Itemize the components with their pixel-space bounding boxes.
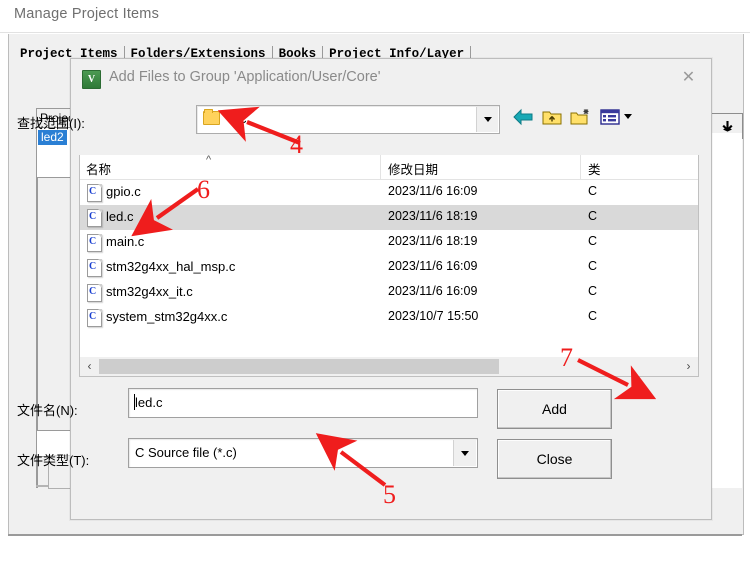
table-row[interactable]: C led.c 2023/11/6 18:19 C <box>80 205 698 230</box>
file-name: led.c <box>106 209 134 224</box>
new-folder-button[interactable] <box>570 108 592 128</box>
project-list-item-led2[interactable]: led2 <box>38 130 67 145</box>
file-name: main.c <box>106 234 145 249</box>
file-type-dropdown-button[interactable] <box>453 440 476 466</box>
c-source-file-icon: C <box>87 184 102 202</box>
up-folder-button[interactable] <box>542 108 564 128</box>
file-type: C <box>588 209 598 223</box>
new-folder-icon <box>570 109 589 125</box>
title-divider <box>0 32 750 33</box>
screen: Manage Project Items Project Items Folde… <box>0 0 750 575</box>
file-name-input[interactable]: led.c <box>128 388 478 418</box>
chevron-down-icon <box>461 450 469 456</box>
folder-icon <box>203 109 220 125</box>
annotation-label-4: 4 <box>290 130 303 159</box>
page-title: Manage Project Items <box>14 6 160 22</box>
file-name: system_stm32g4xx.c <box>106 309 228 324</box>
annotation-label-5: 5 <box>383 480 396 509</box>
file-date: 2023/11/6 18:19 <box>388 234 478 248</box>
dialog-title: Add Files to Group 'Application/User/Cor… <box>109 69 381 85</box>
c-source-file-icon: C <box>87 209 102 227</box>
annotation-label-7: 7 <box>560 343 573 372</box>
views-icon <box>600 109 620 125</box>
file-type: C <box>588 184 598 198</box>
table-row[interactable]: C stm32g4xx_hal_msp.c 2023/11/6 16:09 C <box>80 255 698 280</box>
up-folder-icon <box>542 111 562 125</box>
file-name: stm32g4xx_it.c <box>106 284 193 299</box>
table-row[interactable]: C main.c 2023/11/6 18:19 C <box>80 230 698 255</box>
close-button[interactable]: Close <box>497 439 612 479</box>
column-divider-2[interactable] <box>580 155 581 179</box>
chevron-left-icon[interactable]: ‹ <box>81 357 98 375</box>
table-row[interactable]: C system_stm32g4xx.c 2023/10/7 15:50 C <box>80 305 698 330</box>
column-header-name[interactable]: 名称 ^ <box>86 155 211 178</box>
back-icon <box>513 108 533 126</box>
views-dropdown-button[interactable] <box>624 114 632 119</box>
file-type: C <box>588 309 598 323</box>
look-in-value: Src <box>227 111 247 126</box>
file-date: 2023/11/6 18:19 <box>388 209 478 223</box>
column-header-type[interactable]: 类 <box>588 159 601 178</box>
table-row[interactable]: C stm32g4xx_it.c 2023/11/6 16:09 C <box>80 280 698 305</box>
file-type-label: 文件类型(T): <box>17 453 90 468</box>
add-button[interactable]: Add <box>497 389 612 429</box>
views-button[interactable] <box>600 108 622 128</box>
file-name-value: led.c <box>135 395 163 410</box>
chevron-right-icon[interactable]: › <box>680 357 697 375</box>
file-date: 2023/11/6 16:09 <box>388 184 478 198</box>
scrollbar-thumb[interactable] <box>99 359 499 374</box>
file-date: 2023/10/7 15:50 <box>388 309 479 323</box>
c-source-file-icon: C <box>87 234 102 252</box>
annotation-label-6: 6 <box>197 175 210 204</box>
file-type: C <box>588 259 598 273</box>
file-type-combobox[interactable]: C Source file (*.c) <box>128 438 478 468</box>
file-name: gpio.c <box>106 184 141 199</box>
column-divider-1[interactable] <box>380 155 381 179</box>
file-date: 2023/11/6 16:09 <box>388 284 478 298</box>
look-in-label: 查找范围(I): <box>17 116 85 131</box>
file-list-header: 名称 ^ 修改日期 类 <box>80 155 698 180</box>
sort-ascending-icon: ^ <box>206 155 212 166</box>
arrow-down-icon <box>721 120 733 132</box>
file-name: stm32g4xx_hal_msp.c <box>106 259 236 274</box>
back-button[interactable] <box>512 108 534 128</box>
uvision-icon: V <box>82 70 101 89</box>
chevron-down-icon <box>483 117 492 122</box>
file-type: C <box>588 234 598 248</box>
file-name-label: 文件名(N): <box>17 403 78 418</box>
file-type-value: C Source file (*.c) <box>135 445 237 460</box>
file-date: 2023/11/6 16:09 <box>388 259 478 273</box>
file-list[interactable]: 名称 ^ 修改日期 类 C gpio.c 2023/11/6 16:09 C C … <box>79 155 699 358</box>
file-type: C <box>588 284 598 298</box>
dialog-button-bar: OK Cancel Help CSDN @Comedy <box>0 536 750 575</box>
views-dropdown-icon <box>624 114 632 119</box>
close-icon[interactable]: ✕ <box>666 59 711 95</box>
c-source-file-icon: C <box>87 259 102 277</box>
c-source-file-icon: C <box>87 309 102 327</box>
c-source-file-icon: C <box>87 284 102 302</box>
file-list-hscrollbar[interactable]: ‹ › <box>79 357 699 377</box>
column-header-date[interactable]: 修改日期 <box>388 159 438 178</box>
dialog-titlebar: V Add Files to Group 'Application/User/C… <box>71 59 711 99</box>
table-row[interactable]: C gpio.c 2023/11/6 16:09 C <box>80 180 698 205</box>
look-in-combobox[interactable]: Src <box>196 105 500 134</box>
background-right-panel <box>712 133 742 488</box>
look-in-dropdown-button[interactable] <box>476 107 498 132</box>
